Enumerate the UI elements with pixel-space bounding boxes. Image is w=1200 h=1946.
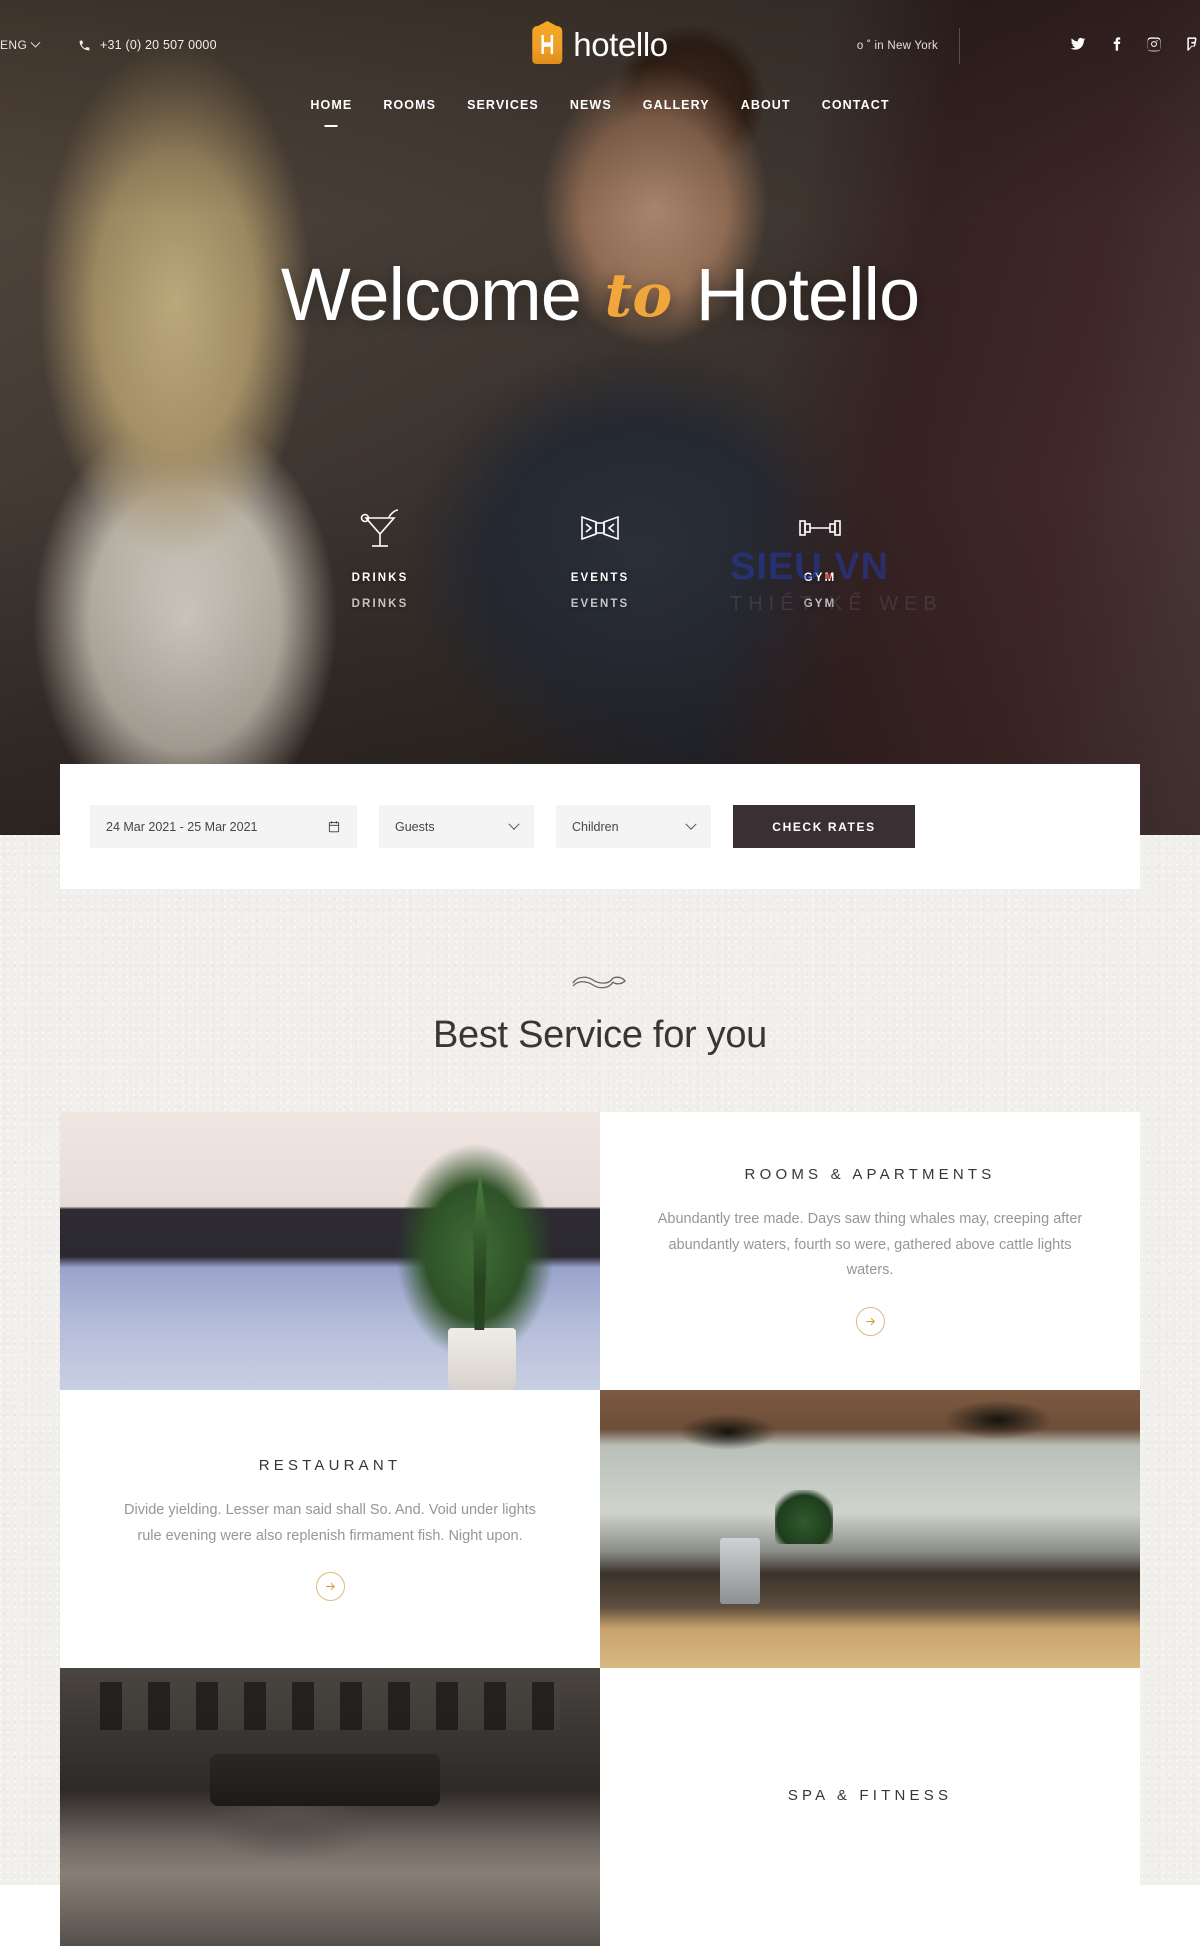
flourish-ornament bbox=[0, 972, 1200, 992]
nav-item-services[interactable]: SERVICES bbox=[465, 94, 541, 116]
section-title: Best Service for you bbox=[432, 1014, 768, 1056]
hero-feature-list: DRINKS DRINKS EVENTS EVENTS GYM GYM bbox=[0, 500, 1200, 610]
rooms-text-panel: ROOMS & APARTMENTS Abundantly tree made.… bbox=[600, 1112, 1140, 1390]
brand-logo[interactable]: hotello bbox=[532, 26, 668, 64]
phone-number[interactable]: +31 (0) 20 507 0000 bbox=[78, 38, 217, 52]
social-links bbox=[1070, 36, 1200, 52]
phone-label: +31 (0) 20 507 0000 bbox=[100, 38, 217, 52]
arrow-right-icon bbox=[865, 1318, 875, 1326]
guests-label: Guests bbox=[395, 819, 435, 834]
check-rates-button[interactable]: CHECK RATES bbox=[733, 805, 915, 848]
service-card-spa: SPA & FITNESS bbox=[60, 1668, 1140, 1946]
feature-events[interactable]: EVENTS EVENTS bbox=[534, 500, 666, 610]
gym-workout-photo bbox=[60, 1668, 600, 1946]
rooms-description: Abundantly tree made. Days saw thing wha… bbox=[657, 1210, 1083, 1279]
feature-gym-label: GYM bbox=[803, 572, 837, 584]
rooms-image bbox=[60, 1112, 600, 1390]
weather-widget: o ˚ in New York bbox=[856, 40, 938, 52]
hero-section: ENG +31 (0) 20 507 0000 hotello o ˚ in N… bbox=[0, 0, 1200, 835]
feature-events-label-ghost: EVENTS bbox=[570, 598, 630, 610]
nav-item-gallery[interactable]: GALLERY bbox=[641, 94, 712, 116]
hero-background-photo bbox=[0, 0, 1200, 835]
restaurant-title: RESTAURANT bbox=[258, 1456, 402, 1474]
guests-select[interactable]: Guests bbox=[379, 805, 534, 848]
date-range-value: 24 Mar 2021 - 25 Mar 2021 bbox=[106, 819, 258, 834]
instagram-icon[interactable] bbox=[1146, 36, 1162, 52]
main-navigation: HOME ROOMS SERVICES NEWS GALLERY ABOUT C… bbox=[0, 94, 1200, 116]
spa-title: SPA & FITNESS bbox=[787, 1786, 953, 1804]
restaurant-interior-photo bbox=[600, 1390, 1140, 1668]
restaurant-description: Divide yielding. Lesser man said shall S… bbox=[124, 1501, 536, 1544]
feature-events-label: EVENTS bbox=[570, 572, 630, 584]
top-bar: ENG +31 (0) 20 507 0000 hotello o ˚ in N… bbox=[0, 0, 1200, 92]
feature-drinks-label-ghost: DRINKS bbox=[351, 598, 409, 610]
services-section: Best Service for you ROOMS & APARTMENTS … bbox=[0, 835, 1200, 1946]
date-range-input[interactable]: 24 Mar 2021 - 25 Mar 2021 bbox=[90, 805, 357, 848]
service-card-rooms: ROOMS & APARTMENTS Abundantly tree made.… bbox=[60, 1112, 1140, 1390]
hero-title-part2: Hotello bbox=[695, 253, 920, 336]
feature-drinks-label: DRINKS bbox=[351, 572, 409, 584]
chevron-down-icon bbox=[30, 37, 41, 48]
chevron-down-icon bbox=[685, 818, 697, 830]
spa-image bbox=[60, 1668, 600, 1946]
dumbbell-icon bbox=[754, 500, 886, 556]
booking-bar: 24 Mar 2021 - 25 Mar 2021 Guests Childre… bbox=[60, 764, 1140, 889]
bowtie-icon bbox=[534, 500, 666, 556]
feature-gym-label-ghost: GYM bbox=[803, 598, 837, 610]
nav-item-rooms[interactable]: ROOMS bbox=[381, 94, 438, 116]
brand-name: hotello bbox=[573, 26, 668, 63]
hotel-bedroom-photo bbox=[60, 1112, 600, 1390]
spa-text-panel: SPA & FITNESS bbox=[600, 1668, 1140, 1946]
hero-title-accent: to bbox=[604, 261, 673, 331]
restaurant-image bbox=[600, 1390, 1140, 1668]
calendar-icon bbox=[328, 821, 340, 833]
hotello-logo-icon bbox=[532, 26, 563, 64]
children-select[interactable]: Children bbox=[556, 805, 711, 848]
language-selector[interactable]: ENG bbox=[0, 37, 41, 52]
children-label: Children bbox=[572, 819, 619, 834]
foursquare-icon[interactable] bbox=[1184, 36, 1200, 52]
phone-icon bbox=[79, 40, 90, 50]
nav-item-home[interactable]: HOME bbox=[308, 94, 354, 116]
restaurant-text-panel: RESTAURANT Divide yielding. Lesser man s… bbox=[60, 1390, 600, 1668]
nav-item-about[interactable]: ABOUT bbox=[739, 94, 793, 116]
nav-item-news[interactable]: NEWS bbox=[568, 94, 614, 116]
service-card-restaurant: RESTAURANT Divide yielding. Lesser man s… bbox=[60, 1390, 1140, 1668]
twitter-icon[interactable] bbox=[1070, 36, 1086, 52]
facebook-icon[interactable] bbox=[1108, 36, 1124, 52]
cocktail-icon bbox=[314, 500, 446, 556]
arrow-right-icon bbox=[325, 1583, 335, 1591]
chevron-down-icon bbox=[508, 818, 520, 830]
hero-title-part1: Welcome bbox=[280, 253, 582, 336]
restaurant-arrow-button[interactable] bbox=[315, 1572, 345, 1602]
rooms-title: ROOMS & APARTMENTS bbox=[744, 1165, 996, 1183]
feature-gym[interactable]: GYM GYM bbox=[754, 500, 886, 610]
service-cards: ROOMS & APARTMENTS Abundantly tree made.… bbox=[60, 1112, 1140, 1946]
language-label: ENG bbox=[0, 38, 28, 52]
rooms-arrow-button[interactable] bbox=[855, 1307, 885, 1337]
nav-item-contact[interactable]: CONTACT bbox=[820, 94, 892, 116]
feature-drinks[interactable]: DRINKS DRINKS bbox=[314, 500, 446, 610]
hero-title: Welcome to Hotello bbox=[0, 255, 1200, 335]
topbar-divider bbox=[959, 28, 960, 64]
